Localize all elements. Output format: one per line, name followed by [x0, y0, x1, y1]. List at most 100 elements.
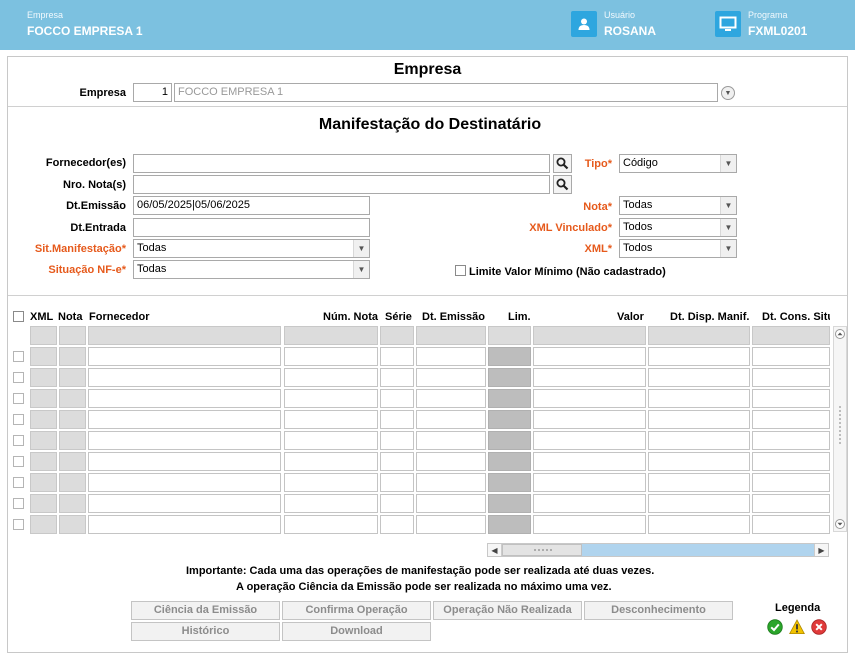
situacao-nfe-value: Todas: [137, 263, 167, 275]
user-name: ROSANA: [604, 24, 657, 38]
table-cell: [284, 347, 378, 366]
row-checkbox[interactable]: [13, 372, 24, 383]
row-checkbox[interactable]: [13, 498, 24, 509]
table-cell: [88, 326, 281, 345]
user-caption: Usuário: [604, 10, 636, 20]
ciencia-emissao-button[interactable]: Ciência da Emissão: [131, 601, 280, 620]
table-cell: [533, 326, 646, 345]
table-cell: [752, 326, 830, 345]
table-cell: [30, 389, 57, 408]
table-cell: [648, 389, 750, 408]
situacao-nfe-select[interactable]: Todas ▼: [133, 260, 370, 279]
nro-nota-label: Nro. Nota(s): [63, 179, 126, 191]
col-header-num-nota: Núm. Nota: [323, 311, 378, 323]
table-cell: [533, 473, 646, 492]
table-cell: [88, 347, 281, 366]
note-line-2: A operação Ciência da Emissão pode ser r…: [236, 581, 612, 593]
table-cell: [416, 326, 486, 345]
table-cell: [648, 326, 750, 345]
operacao-nao-realizada-button[interactable]: Operação Não Realizada: [433, 601, 582, 620]
table-cell: [380, 452, 414, 471]
warning-icon: [789, 619, 805, 634]
search-icon: [556, 178, 569, 191]
manifest-section-title: Manifestação do Destinatário: [318, 116, 542, 133]
table-cell: [648, 368, 750, 387]
table-cell: [88, 368, 281, 387]
sit-manifestacao-label: Sit.Manifestação*: [34, 243, 126, 255]
monitor-icon: [715, 11, 741, 37]
row-checkbox[interactable]: [13, 393, 24, 404]
nota-select[interactable]: Todas ▼: [619, 196, 737, 215]
table-cell: [416, 452, 486, 471]
table-cell: [416, 368, 486, 387]
fornecedor-input[interactable]: [133, 154, 550, 173]
scroll-up-icon[interactable]: [834, 327, 846, 341]
fornecedor-label: Fornecedor(es): [45, 157, 126, 169]
row-checkbox[interactable]: [13, 435, 24, 446]
tipo-select[interactable]: Código ▼: [619, 154, 737, 173]
col-header-dt-emissao: Dt. Emissão: [422, 311, 485, 323]
xml-select[interactable]: Todos ▼: [619, 239, 737, 258]
table-cell: [533, 368, 646, 387]
table-cell: [648, 452, 750, 471]
col-header-serie: Série: [385, 311, 412, 323]
table-cell: [59, 452, 86, 471]
company-caption: Empresa: [27, 10, 64, 20]
dt-emissao-input[interactable]: 06/05/2025|05/06/2025: [133, 196, 370, 215]
table-cell: [284, 389, 378, 408]
nro-nota-search-button[interactable]: [553, 175, 572, 194]
xml-vinculado-select[interactable]: Todos ▼: [619, 218, 737, 237]
confirma-operacao-button[interactable]: Confirma Operação: [282, 601, 431, 620]
table-cell: [416, 515, 486, 534]
historico-button[interactable]: Histórico: [131, 622, 280, 641]
table-cell: [752, 494, 830, 513]
nro-nota-input[interactable]: [133, 175, 550, 194]
table-cell: [284, 410, 378, 429]
scroll-down-icon[interactable]: [834, 517, 846, 531]
row-checkbox[interactable]: [13, 414, 24, 425]
table-cell: [88, 452, 281, 471]
empresa-dropdown-button[interactable]: ▼: [721, 86, 735, 100]
scroll-right-icon[interactable]: ▶: [814, 544, 828, 556]
scroll-left-icon[interactable]: ◀: [488, 544, 502, 556]
empresa-name-field: FOCCO EMPRESA 1: [174, 83, 718, 102]
sit-manifestacao-select[interactable]: Todas ▼: [133, 239, 370, 258]
chevron-down-icon: ▼: [720, 240, 736, 257]
row-checkbox[interactable]: [13, 456, 24, 467]
empresa-code-field[interactable]: 1: [133, 83, 172, 102]
col-header-dt-cons-situ: Dt. Cons. Situ: [762, 311, 830, 323]
scroll-thumb[interactable]: [502, 544, 582, 556]
table-cell: [30, 410, 57, 429]
scroll-track[interactable]: [582, 544, 814, 556]
table-cell: [88, 389, 281, 408]
download-button[interactable]: Download: [282, 622, 431, 641]
table-cell: [380, 515, 414, 534]
table-cell: [488, 494, 531, 513]
horizontal-scrollbar[interactable]: ◀ ▶: [487, 543, 829, 557]
chevron-down-icon: ▼: [353, 261, 369, 278]
row-checkbox[interactable]: [13, 477, 24, 488]
table-cell: [648, 347, 750, 366]
table-cell: [30, 473, 57, 492]
table-cell: [88, 473, 281, 492]
check-circle-icon: [767, 619, 783, 635]
table-cell: [30, 347, 57, 366]
table-cell: [752, 368, 830, 387]
table-cell: [284, 515, 378, 534]
table-cell: [533, 347, 646, 366]
table-cell: [533, 389, 646, 408]
table-cell: [88, 515, 281, 534]
table-cell: [488, 326, 531, 345]
select-all-checkbox[interactable]: [13, 311, 24, 322]
sit-manifestacao-value: Todas: [137, 242, 167, 254]
table-cell: [380, 326, 414, 345]
row-checkbox[interactable]: [13, 519, 24, 530]
desconhecimento-button[interactable]: Desconhecimento: [584, 601, 733, 620]
dt-entrada-input[interactable]: [133, 218, 370, 237]
row-checkbox[interactable]: [13, 351, 24, 362]
table-cell: [380, 347, 414, 366]
table-cell: [380, 368, 414, 387]
empresa-label: Empresa: [79, 87, 126, 99]
vertical-scrollbar[interactable]: [833, 326, 847, 532]
limite-checkbox[interactable]: [455, 265, 466, 276]
